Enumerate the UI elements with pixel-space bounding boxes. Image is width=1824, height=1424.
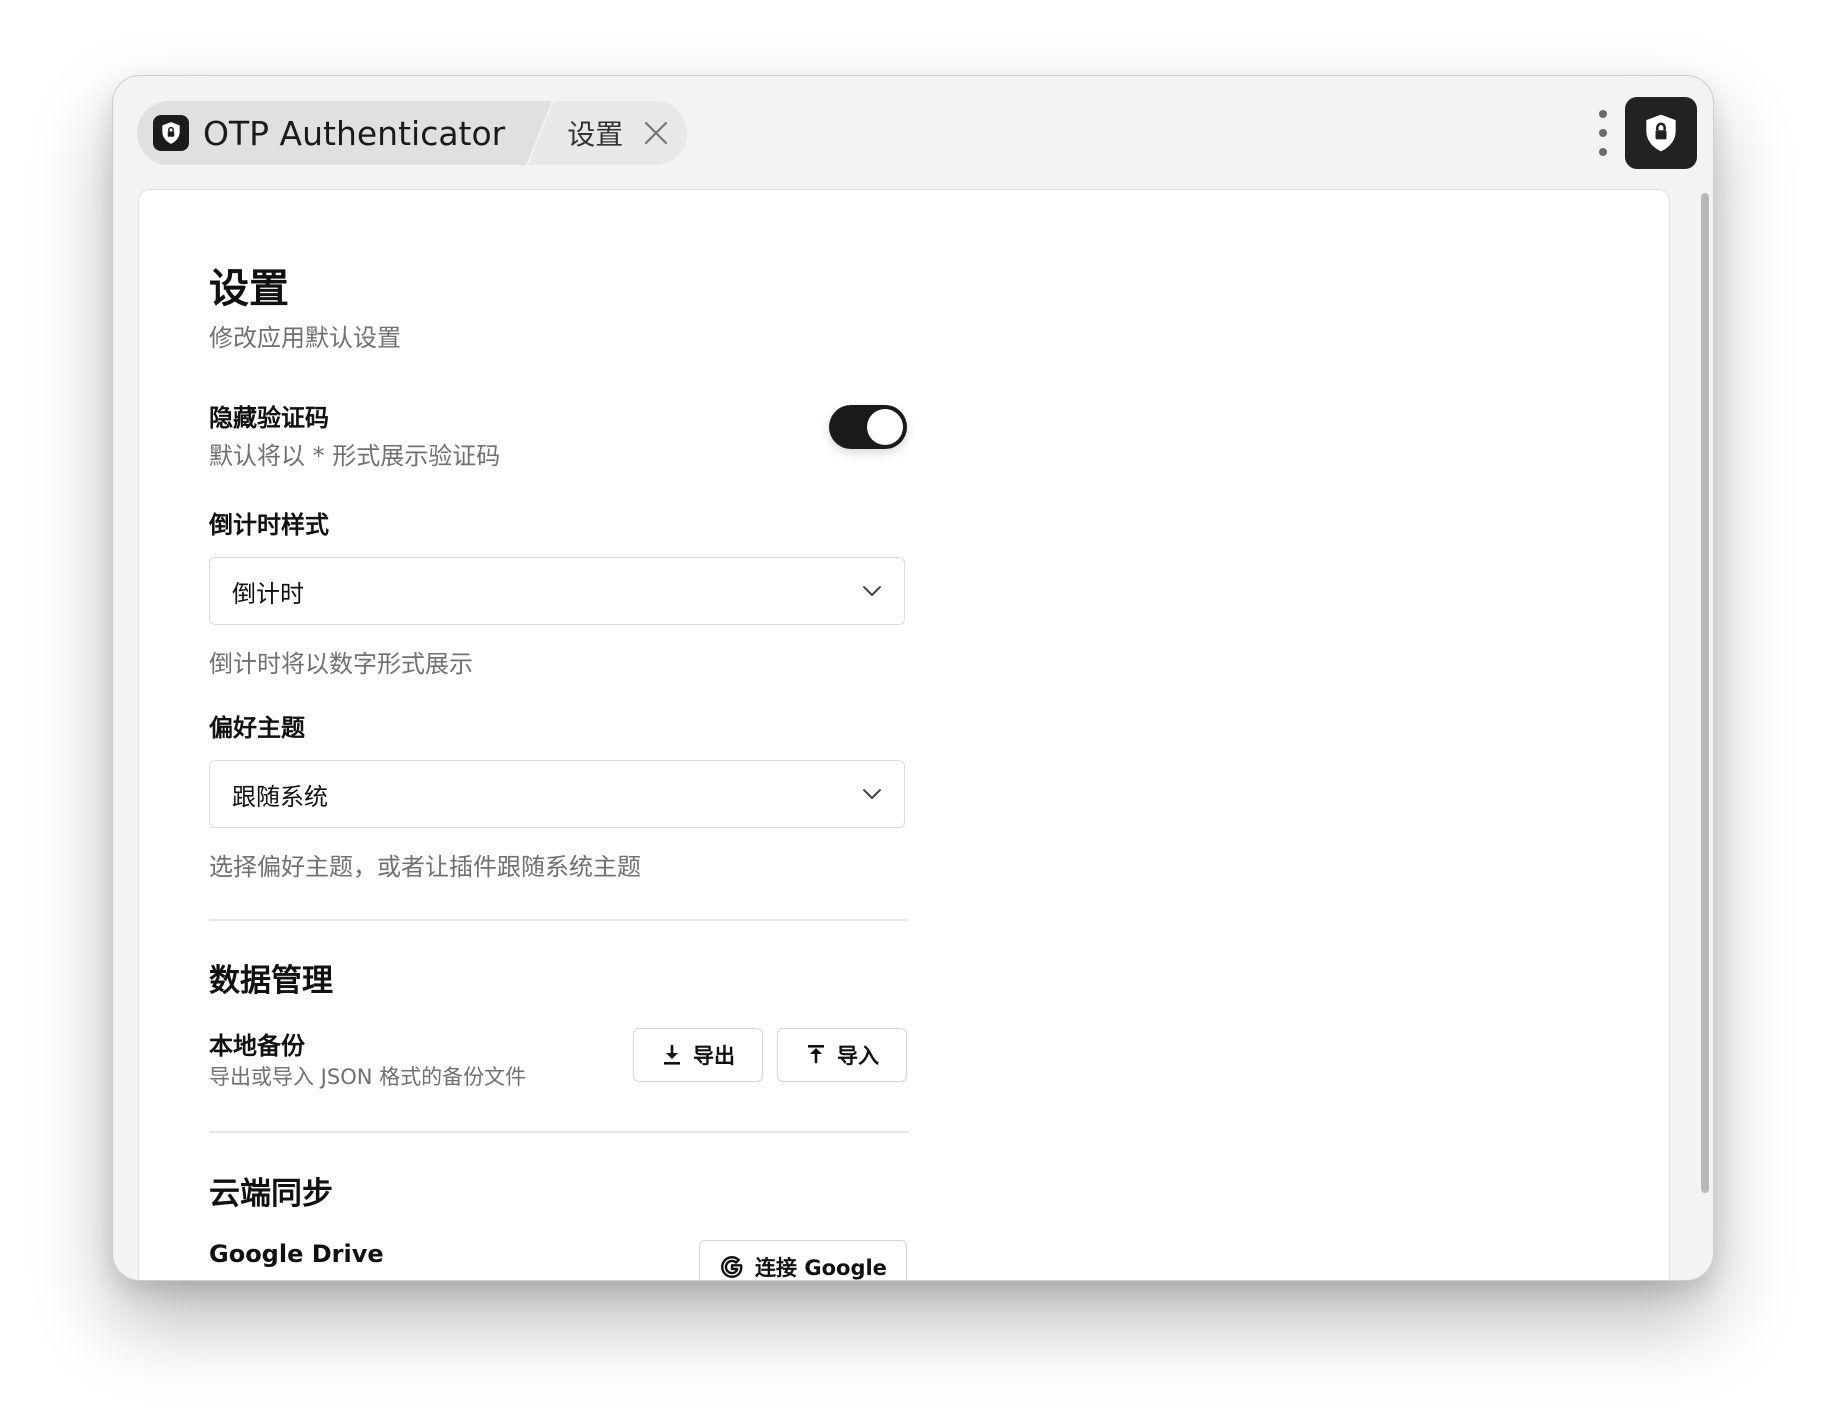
connect-google-button[interactable]: 连接 Google xyxy=(699,1240,907,1280)
app-window: OTP Authenticator 设置 设置 修改应用默认设置 隐藏验证码 默… xyxy=(112,75,1714,1281)
theme-description: 选择偏好主题，或者让插件跟随系统主题 xyxy=(209,853,641,881)
download-icon xyxy=(664,1044,680,1065)
google-g-icon xyxy=(721,1256,743,1278)
chevron-down-icon xyxy=(863,789,881,799)
connect-google-label: 连接 Google xyxy=(755,1256,887,1280)
hide-code-toggle[interactable] xyxy=(829,405,907,449)
export-label: 导出 xyxy=(693,1044,735,1068)
divider xyxy=(209,919,909,921)
scrollbar[interactable] xyxy=(1701,193,1709,1193)
upload-icon xyxy=(808,1045,824,1064)
import-label: 导入 xyxy=(837,1044,879,1068)
theme-select[interactable]: 跟随系统 xyxy=(209,760,905,828)
cloud-sync-title: 云端同步 xyxy=(209,1176,333,1212)
divider xyxy=(209,1131,909,1133)
close-icon[interactable] xyxy=(641,118,671,148)
tab-bar: OTP Authenticator 设置 xyxy=(137,101,688,165)
countdown-style-label: 倒计时样式 xyxy=(209,511,329,539)
tab-settings-label: 设置 xyxy=(567,118,624,151)
countdown-style-description: 倒计时将以数字形式展示 xyxy=(209,650,473,678)
export-button[interactable]: 导出 xyxy=(633,1028,763,1082)
theme-value: 跟随系统 xyxy=(232,782,328,811)
tab-app-title: OTP Authenticator xyxy=(203,113,506,153)
countdown-style-value: 倒计时 xyxy=(232,579,304,608)
local-backup-description: 导出或导入 JSON 格式的备份文件 xyxy=(209,1065,527,1089)
shield-lock-icon xyxy=(1646,114,1676,152)
tab-settings[interactable]: 设置 xyxy=(527,101,688,165)
page-title: 设置 xyxy=(209,266,289,312)
page-subtitle: 修改应用默认设置 xyxy=(209,324,401,352)
shield-lock-icon xyxy=(153,115,189,151)
countdown-style-select[interactable]: 倒计时 xyxy=(209,557,905,625)
local-backup-label: 本地备份 xyxy=(209,1032,305,1060)
tab-app-home[interactable]: OTP Authenticator xyxy=(137,101,528,165)
vertical-dots-icon[interactable] xyxy=(1596,110,1610,156)
extension-shield-button[interactable] xyxy=(1625,97,1697,169)
toggle-knob xyxy=(867,409,903,445)
import-button[interactable]: 导入 xyxy=(777,1028,907,1082)
chevron-down-icon xyxy=(863,586,881,596)
hide-code-description: 默认将以 * 形式展示验证码 xyxy=(209,442,501,470)
google-drive-label: Google Drive xyxy=(209,1240,384,1268)
data-management-title: 数据管理 xyxy=(209,963,333,999)
settings-panel: 设置 修改应用默认设置 隐藏验证码 默认将以 * 形式展示验证码 倒计时样式 倒… xyxy=(138,189,1670,1280)
hide-code-label: 隐藏验证码 xyxy=(209,404,329,432)
theme-label: 偏好主题 xyxy=(209,714,305,742)
